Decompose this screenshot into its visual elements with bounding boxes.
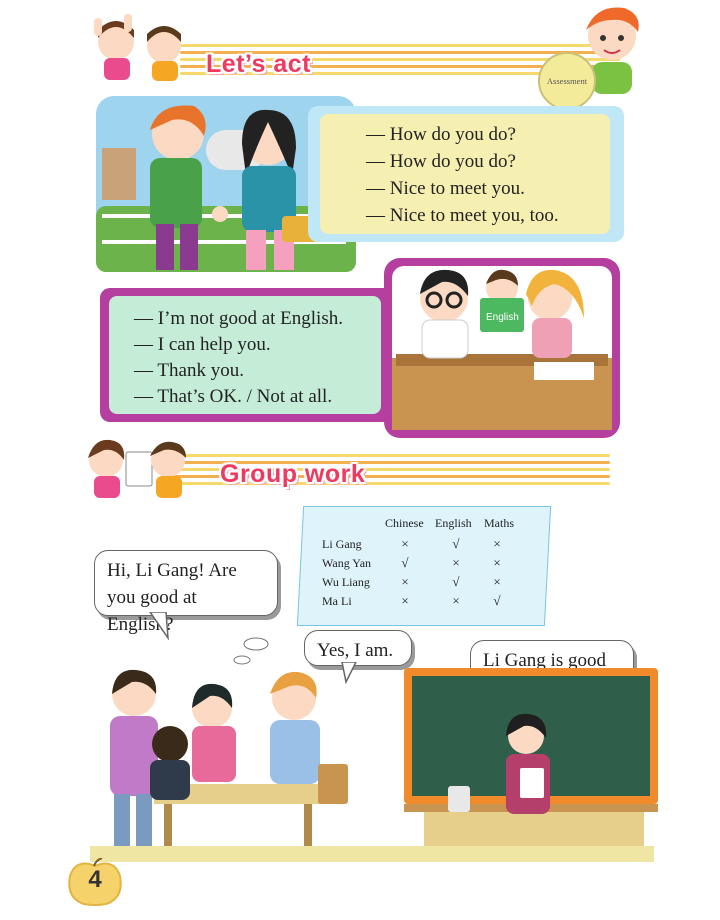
footer-bar	[90, 846, 654, 862]
chalkboard-illustration	[404, 668, 658, 846]
table-mark: √	[452, 536, 460, 551]
dialogue2-line-3: — Thank you.	[134, 360, 244, 381]
dialogue1-line-3: — Nice to meet you.	[366, 178, 525, 199]
dialogue2-line-4: — That’s OK. / Not at all.	[134, 386, 333, 407]
table-mark: ×	[493, 536, 501, 551]
page-number: 4	[88, 866, 102, 893]
table-row-name: Ma Li	[322, 594, 352, 608]
table-header-english: English	[435, 516, 472, 530]
table-mark: ×	[401, 536, 409, 551]
group-work-title: Group work	[220, 460, 366, 488]
table-mark: √	[493, 593, 501, 608]
answer-speech-bubble: Yes, I am.	[304, 630, 412, 666]
table-mark: ×	[452, 555, 460, 570]
table-mark: ×	[401, 574, 409, 589]
table-mark: ×	[401, 593, 409, 608]
assessment-badge[interactable]: Assessment	[538, 52, 596, 110]
table-mark: ×	[493, 555, 501, 570]
dialogue1-line-2: — How do you do?	[366, 151, 516, 172]
table-header-chinese: Chinese	[385, 516, 424, 530]
table-mark: ×	[452, 593, 460, 608]
classroom-helping-illustration: English	[384, 258, 620, 438]
dialogue2-line-1: — I’m not good at English.	[134, 308, 343, 329]
table-row-name: Wang Yan	[322, 556, 372, 570]
kids-with-chart-illustration	[88, 439, 186, 498]
thought-bubbles	[233, 637, 269, 665]
kids-waving-illustration	[94, 14, 181, 81]
lets-act-title: Let’s act	[206, 50, 312, 78]
table-mark: √	[401, 555, 409, 570]
table-mark: ×	[493, 574, 501, 589]
dialogue1-line-4: — Nice to meet you, too.	[366, 205, 559, 226]
dialogue1-line-1: — How do you do?	[366, 124, 516, 145]
table-row-name: Li Gang	[322, 537, 362, 551]
bubble-tail	[149, 612, 169, 640]
group-discussion-illustration	[110, 669, 348, 848]
question-speech-bubble: Hi, Li Gang! Are you good at English?	[94, 550, 278, 635]
table-header-maths: Maths	[484, 516, 514, 530]
table-row-name: Wu Liang	[322, 575, 370, 589]
table-mark: √	[452, 574, 460, 589]
english-book-label: English	[486, 312, 519, 323]
dialogue2-line-2: — I can help you.	[134, 334, 271, 355]
